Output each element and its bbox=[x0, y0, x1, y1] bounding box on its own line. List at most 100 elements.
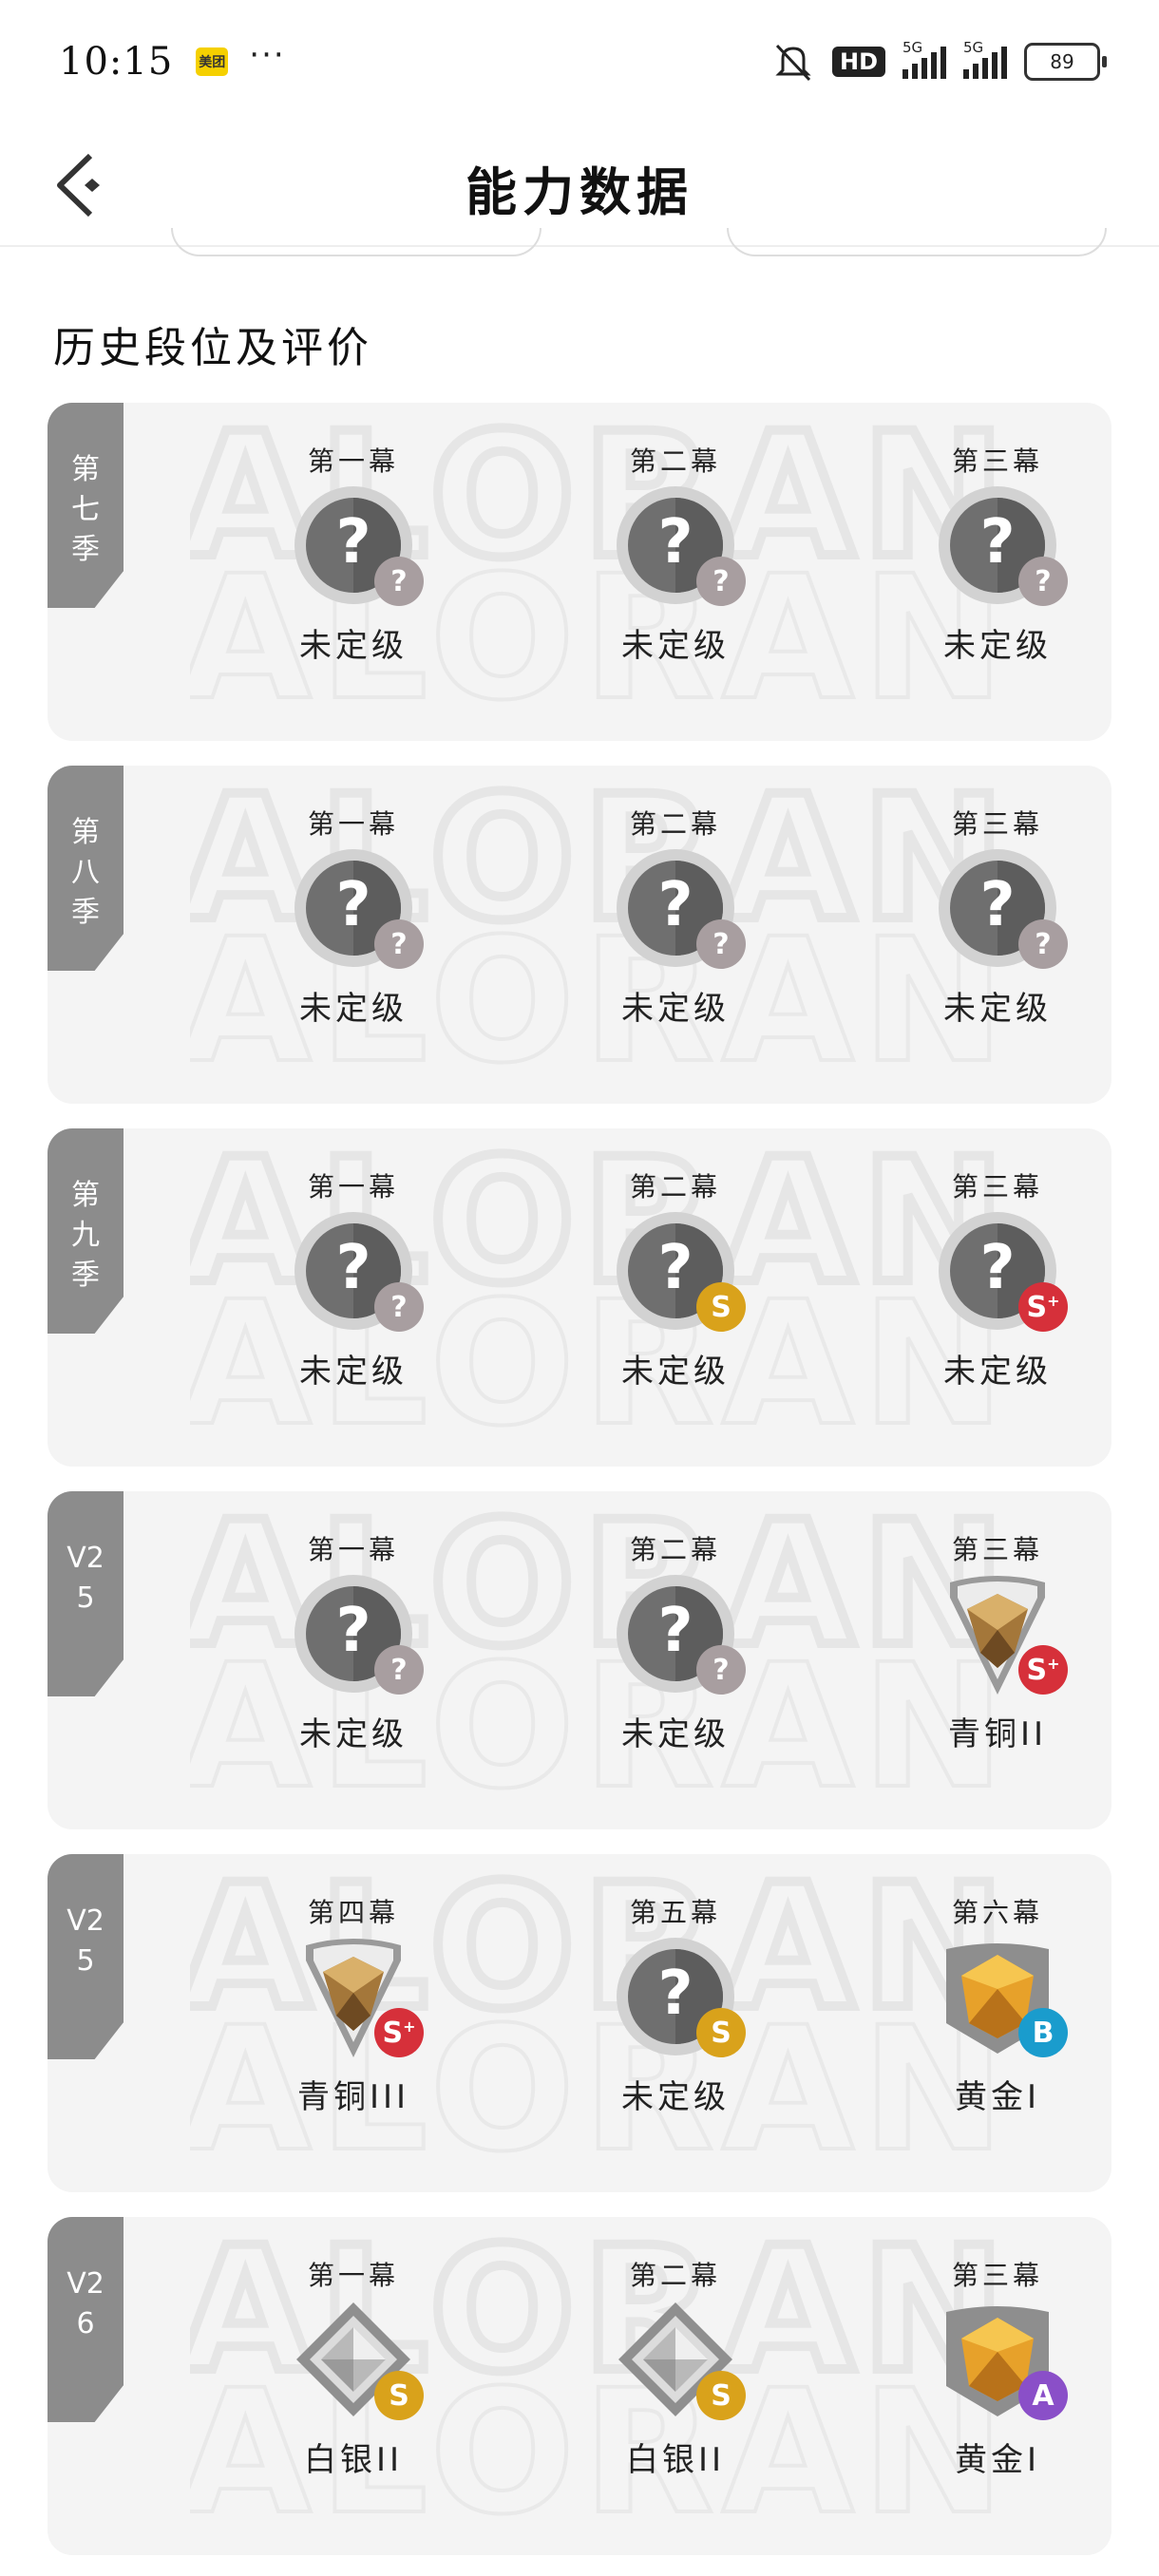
act-name: 第二幕 bbox=[629, 808, 721, 840]
rank-badge: ?? bbox=[580, 1573, 770, 1702]
grade-badge-icon: S + bbox=[1018, 1282, 1068, 1332]
rank-name: 白银II bbox=[625, 2441, 726, 2479]
svg-text:?: ? bbox=[657, 1233, 693, 1303]
svg-text:?: ? bbox=[657, 1959, 693, 2029]
rank-name: 青铜II bbox=[947, 1715, 1048, 1753]
act-item[interactable]: 第二幕?? 未定级 bbox=[580, 804, 770, 1029]
season-card: VALORANTVALORANTV26第一幕S白银II第二幕S白银II第三幕A黄… bbox=[48, 2217, 1112, 2555]
svg-text:?: ? bbox=[979, 870, 1015, 940]
svg-text:?: ? bbox=[657, 507, 693, 578]
grade-badge-icon: S bbox=[696, 2371, 746, 2420]
act-item[interactable]: 第三幕 S + 青铜II bbox=[902, 1529, 1092, 1754]
filter-pill-right[interactable] bbox=[727, 228, 1107, 256]
rank-name: 未定级 bbox=[943, 990, 1052, 1028]
rank-name: 未定级 bbox=[621, 1715, 730, 1753]
battery-level: 89 bbox=[1050, 50, 1074, 73]
page-title: 能力数据 bbox=[466, 162, 694, 222]
act-item[interactable]: 第三幕?? 未定级 bbox=[902, 441, 1092, 666]
act-name: 第五幕 bbox=[629, 1897, 721, 1928]
act-item[interactable]: 第一幕?? 未定级 bbox=[258, 1166, 448, 1392]
act-item[interactable]: 第二幕? S 未定级 bbox=[580, 1166, 770, 1392]
meituan-app-icon: 美团 bbox=[196, 47, 229, 76]
act-item[interactable]: 第四幕 S + 青铜III bbox=[258, 1892, 448, 2117]
rank-badge: S bbox=[580, 2299, 770, 2428]
grade-badge-icon: S + bbox=[1018, 1645, 1068, 1695]
season-card: VALORANTVALORANT第八季第一幕??未定级第二幕??未定级第三幕??… bbox=[48, 766, 1112, 1104]
act-name: 第二幕 bbox=[629, 1171, 721, 1203]
rank-badge: ?? bbox=[258, 484, 448, 614]
rank-badge: ?? bbox=[902, 847, 1092, 976]
rank-badge: S + bbox=[258, 1936, 448, 2065]
rank-badge: ? S bbox=[580, 1936, 770, 2065]
rank-badge: ?? bbox=[580, 484, 770, 614]
season-card: VALORANTVALORANTV25第四幕S+青铜III第五幕?S未定级第六幕… bbox=[48, 1854, 1112, 2192]
status-time: 10:15 bbox=[59, 40, 174, 84]
season-card: VALORANTVALORANT第九季第一幕??未定级第二幕?S未定级第三幕?S… bbox=[48, 1128, 1112, 1467]
grade-badge-icon: ? bbox=[374, 557, 424, 606]
rank-name: 未定级 bbox=[299, 990, 408, 1028]
act-item[interactable]: 第一幕?? 未定级 bbox=[258, 1529, 448, 1754]
more-notifications-icon: ··· bbox=[249, 36, 286, 74]
svg-text:?: ? bbox=[335, 1596, 370, 1666]
grade-badge-icon: ? bbox=[696, 1645, 746, 1695]
act-name: 第二幕 bbox=[629, 445, 721, 477]
rank-name: 黄金I bbox=[954, 2441, 1041, 2479]
rank-name: 黄金I bbox=[954, 2078, 1041, 2116]
act-item[interactable]: 第二幕?? 未定级 bbox=[580, 441, 770, 666]
rank-name: 未定级 bbox=[299, 627, 408, 665]
act-name: 第三幕 bbox=[951, 808, 1043, 840]
svg-text:?: ? bbox=[335, 1233, 370, 1303]
act-item[interactable]: 第三幕? S + 未定级 bbox=[902, 1166, 1092, 1392]
act-name: 第四幕 bbox=[307, 1897, 399, 1928]
rank-name: 未定级 bbox=[621, 2078, 730, 2116]
hd-voice-icon: HD bbox=[831, 47, 885, 77]
rank-badge: B bbox=[902, 1936, 1092, 2065]
rank-name: 未定级 bbox=[299, 1715, 408, 1753]
rank-name: 青铜III bbox=[296, 2078, 410, 2116]
grade-badge-icon: ? bbox=[374, 1645, 424, 1695]
filter-pill-left[interactable] bbox=[171, 228, 542, 256]
rank-name: 未定级 bbox=[621, 990, 730, 1028]
grade-badge-icon: ? bbox=[374, 1282, 424, 1332]
rank-badge: ? S + bbox=[902, 1210, 1092, 1339]
act-name: 第一幕 bbox=[307, 2260, 399, 2291]
rank-name: 未定级 bbox=[299, 1353, 408, 1391]
svg-text:?: ? bbox=[335, 507, 370, 578]
grade-badge-icon: ? bbox=[696, 557, 746, 606]
act-item[interactable]: 第一幕?? 未定级 bbox=[258, 804, 448, 1029]
act-item[interactable]: 第一幕 S 白银II bbox=[258, 2255, 448, 2480]
act-item[interactable]: 第三幕?? 未定级 bbox=[902, 804, 1092, 1029]
rank-badge: S bbox=[258, 2299, 448, 2428]
rank-badge: ? S bbox=[580, 1210, 770, 1339]
grade-badge-icon: ? bbox=[374, 919, 424, 969]
season-card: VALORANTVALORANT第七季第一幕??未定级第二幕??未定级第三幕??… bbox=[48, 403, 1112, 741]
grade-badge-icon: S + bbox=[374, 2008, 424, 2057]
rank-badge: ?? bbox=[580, 847, 770, 976]
act-item[interactable]: 第一幕?? 未定级 bbox=[258, 441, 448, 666]
status-bar: 10:15 美团 ··· HD 5G 5G 89 bbox=[0, 0, 1159, 123]
rank-name: 未定级 bbox=[943, 627, 1052, 665]
act-item[interactable]: 第三幕 A 黄金I bbox=[902, 2255, 1092, 2480]
grade-badge-icon: S bbox=[696, 1282, 746, 1332]
rank-badge: A bbox=[902, 2299, 1092, 2428]
act-name: 第一幕 bbox=[307, 1171, 399, 1203]
grade-badge-icon: A bbox=[1018, 2371, 1068, 2420]
act-item[interactable]: 第二幕?? 未定级 bbox=[580, 1529, 770, 1754]
act-name: 第六幕 bbox=[951, 1897, 1043, 1928]
act-name: 第一幕 bbox=[307, 808, 399, 840]
rank-name: 未定级 bbox=[621, 1353, 730, 1391]
act-item[interactable]: 第五幕 ? S 未定级 bbox=[580, 1892, 770, 2117]
rank-name: 未定级 bbox=[621, 627, 730, 665]
act-name: 第二幕 bbox=[629, 1534, 721, 1565]
act-item[interactable]: 第二幕 S 白银II bbox=[580, 2255, 770, 2480]
signal-icon-1: 5G bbox=[902, 39, 946, 79]
act-item[interactable]: 第六幕 B 黄金I bbox=[902, 1892, 1092, 2117]
rank-badge: ?? bbox=[902, 484, 1092, 614]
rank-badge: ?? bbox=[258, 1210, 448, 1339]
season-card: VALORANTVALORANTV25第一幕??未定级第二幕??未定级第三幕S+… bbox=[48, 1491, 1112, 1829]
rank-name: 白银II bbox=[303, 2441, 404, 2479]
act-name: 第一幕 bbox=[307, 1534, 399, 1565]
grade-badge-icon: ? bbox=[1018, 919, 1068, 969]
status-icons: HD 5G 5G 89 bbox=[771, 39, 1107, 84]
section-title: 历史段位及评价 bbox=[53, 324, 372, 372]
